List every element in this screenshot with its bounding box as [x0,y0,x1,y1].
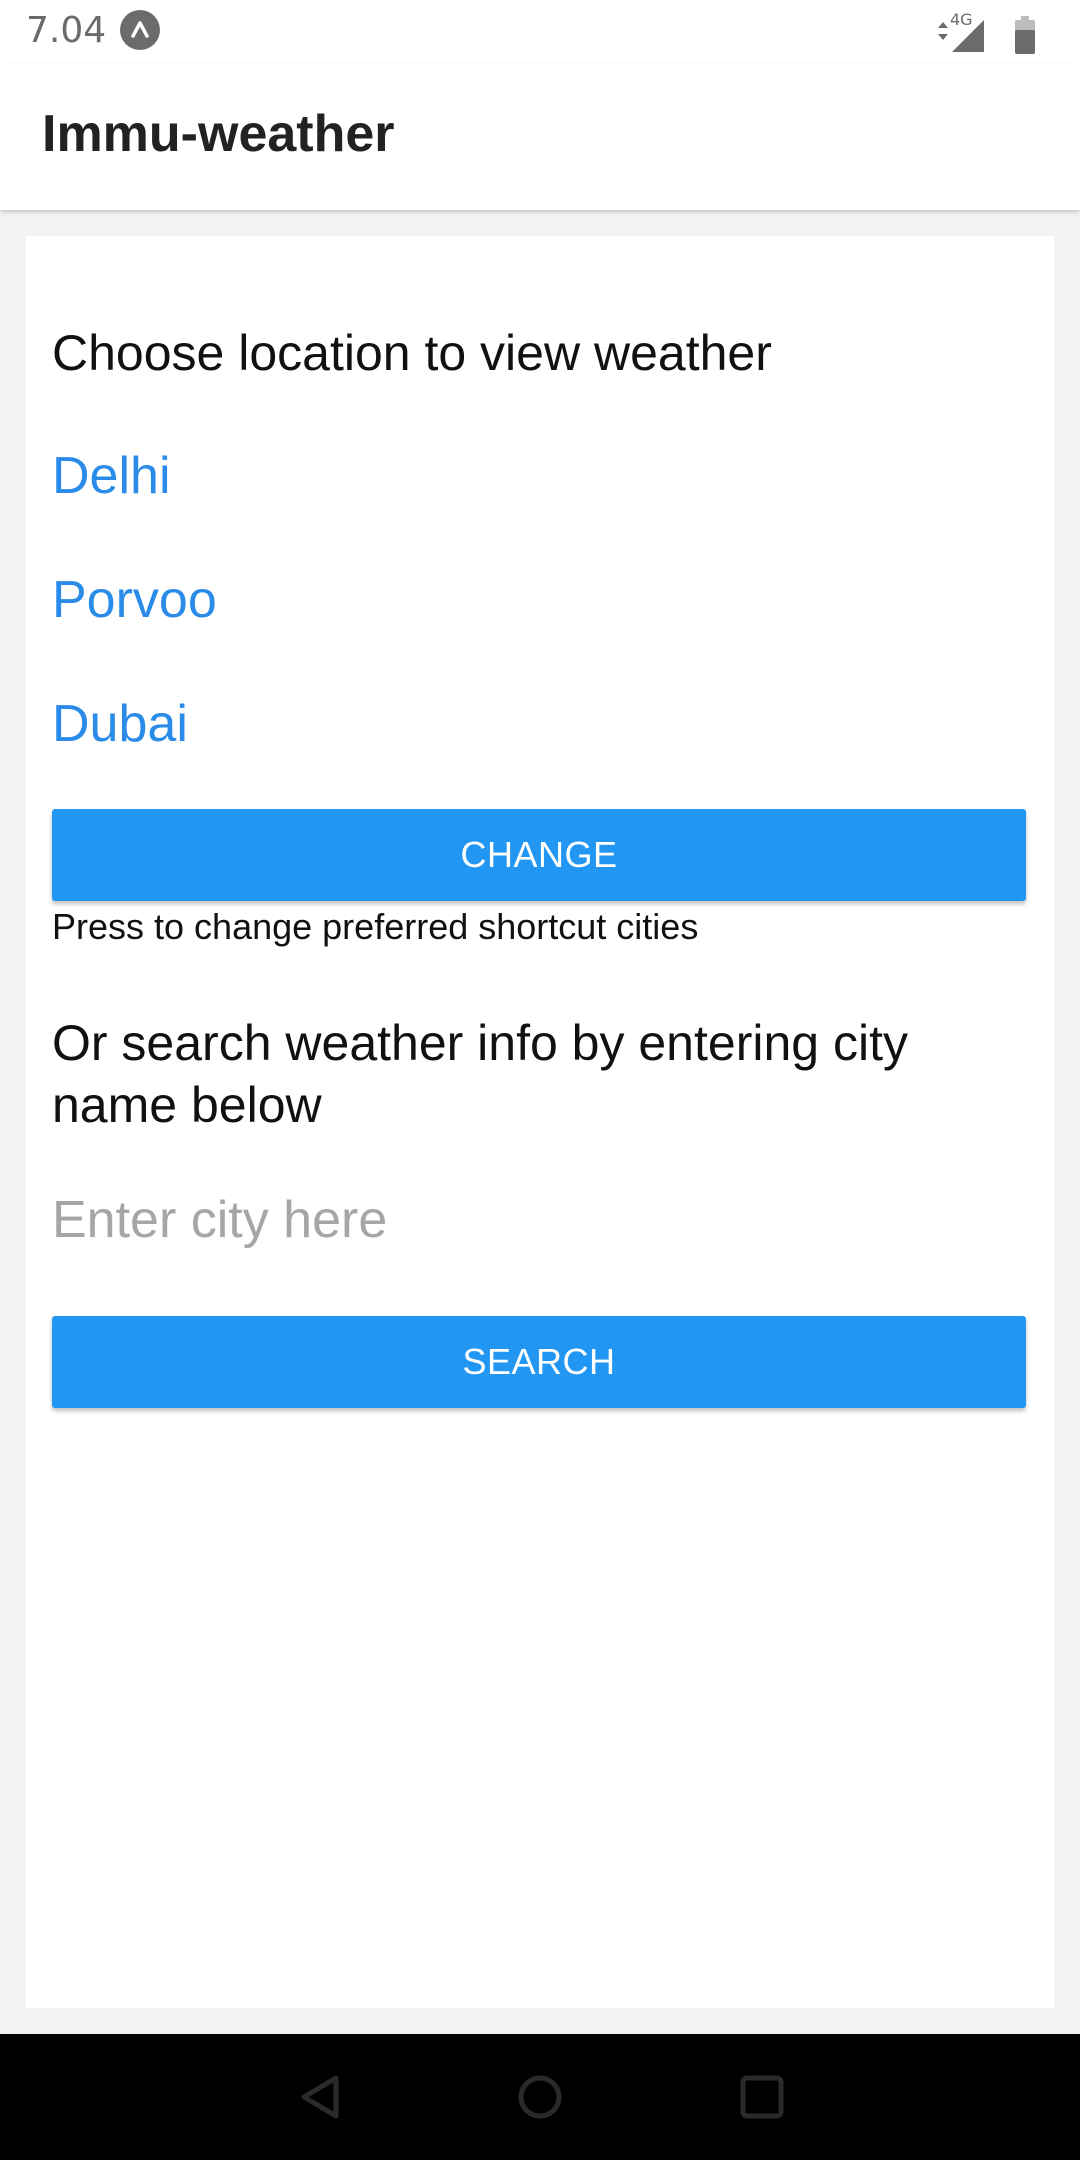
recents-icon[interactable] [737,2072,787,2122]
home-icon[interactable] [515,2072,565,2122]
status-bar: 7.04 4G [0,0,1080,64]
app-title: Immu-weather [42,105,395,163]
city-link-delhi[interactable]: Delhi [52,446,171,506]
status-time: 7.04 [26,10,107,51]
navigation-bar [0,2034,1080,2160]
search-heading: Or search weather info by entering city … [52,1015,908,1133]
app-screen: 7.04 4G Immu-weather Choose location to … [0,0,1080,2160]
change-button[interactable]: CHANGE [52,809,1026,901]
back-icon[interactable] [296,2072,346,2122]
choose-location-heading: Choose location to view weather [52,325,772,381]
change-hint-text: Press to change preferred shortcut citie… [52,906,699,947]
battery-icon [1014,16,1036,59]
app-notification-icon [120,10,160,50]
city-search-input[interactable] [52,1180,1026,1260]
city-link-dubai[interactable]: Dubai [52,694,188,754]
content-card: Choose location to view weather Delhi Po… [26,236,1054,2008]
search-button[interactable]: SEARCH [52,1316,1026,1408]
app-bar: Immu-weather [0,64,1080,210]
city-link-porvoo[interactable]: Porvoo [52,570,217,630]
status-icons: 4G [936,10,1056,54]
signal-icon [948,18,988,59]
